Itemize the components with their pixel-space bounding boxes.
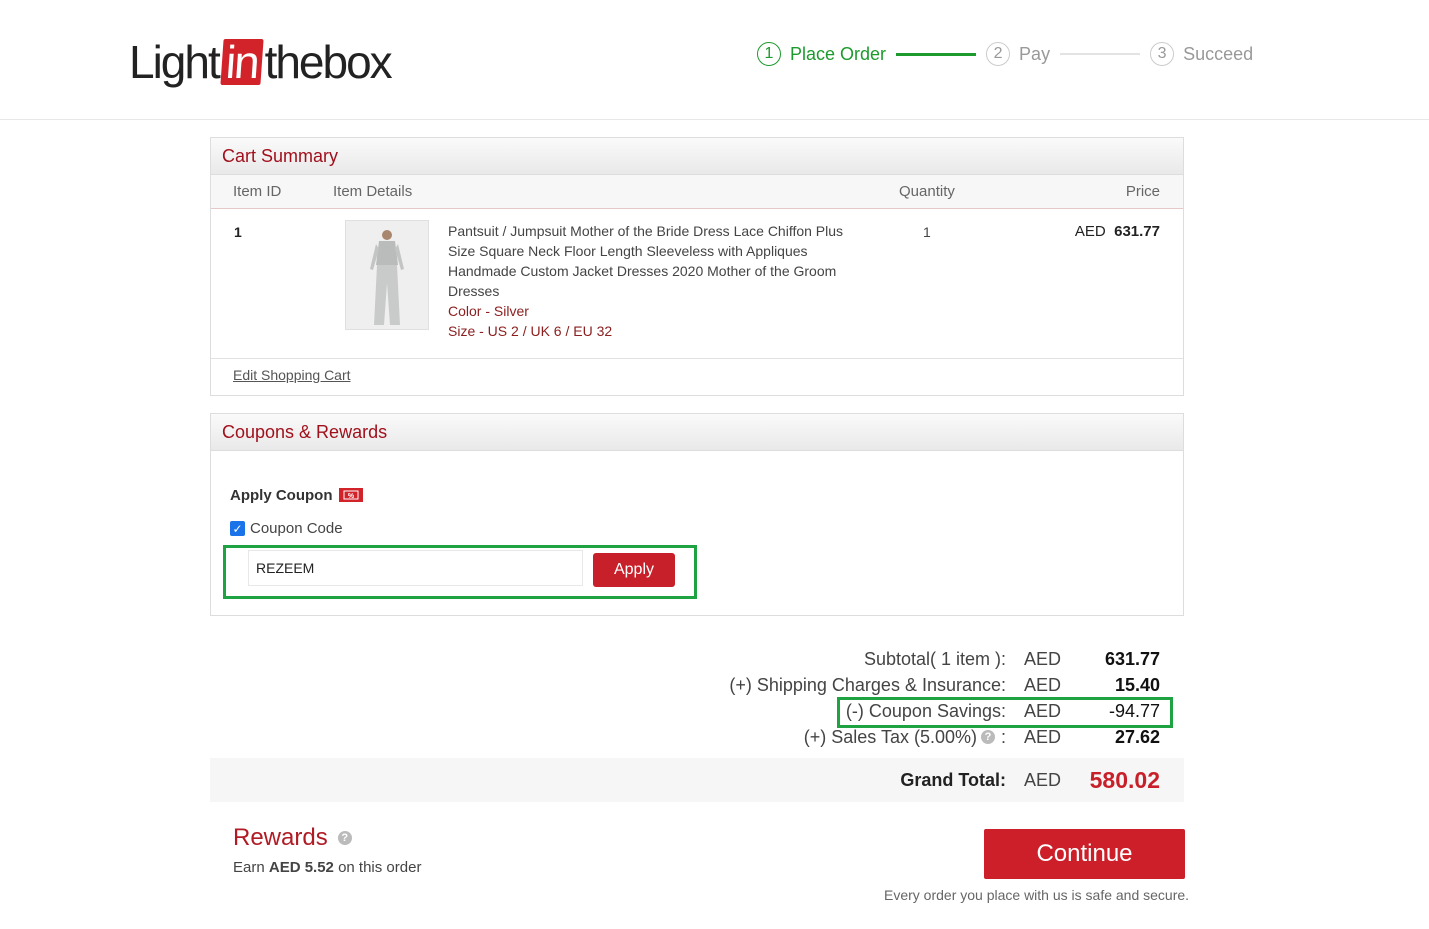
checkout-steps: 1 Place Order 2 Pay 3 Succeed (757, 42, 1253, 66)
rewards-help-icon[interactable]: ? (337, 831, 352, 845)
shipping-label: (+) Shipping Charges & Insurance: (729, 674, 1006, 695)
price-currency: AED (1074, 223, 1106, 240)
svg-text:%: % (348, 493, 355, 500)
secure-note: Every order you place with us is safe an… (884, 887, 1190, 903)
item-description[interactable]: Pantsuit / Jumpsuit Mother of the Bride … (448, 221, 848, 301)
item-details: Pantsuit / Jumpsuit Mother of the Bride … (448, 221, 848, 341)
item-size: Size - US 2 / UK 6 / EU 32 (448, 323, 613, 339)
dress-image-icon (346, 221, 428, 329)
cart-summary-title: Cart Summary (211, 138, 1183, 175)
col-item-id: Item ID (233, 183, 282, 200)
step-succeed: 3 Succeed (1150, 42, 1253, 66)
coupon-savings-label: (-) Coupon Savings: (845, 700, 1006, 721)
item-price: AED 631.77 (1075, 223, 1160, 240)
subtotal-currency: AED (1024, 648, 1062, 669)
continue-button[interactable]: Continue (984, 829, 1185, 879)
earn-amount: AED 5.52 (268, 859, 334, 876)
product-thumbnail[interactable] (345, 220, 429, 330)
apply-coupon-label: Apply Coupon (230, 486, 333, 504)
price-value: 631.77 (1114, 223, 1160, 240)
logo-text-thebox: thebox (264, 36, 393, 88)
rewards-heading: Rewards ? (233, 824, 352, 852)
shipping-currency: AED (1024, 674, 1062, 695)
apply-coupon-button[interactable]: Apply (593, 553, 675, 587)
coupon-savings-row: (-) Coupon Savings: AED -94.77 (846, 698, 1160, 724)
subtotal-row: Subtotal( 1 item ): AED 631.77 (864, 646, 1160, 672)
grand-total-label: Grand Total: (900, 769, 1006, 790)
step-connector (896, 52, 977, 56)
earn-suffix: on this order (333, 859, 422, 876)
coupon-savings-currency: AED (1024, 700, 1062, 721)
coupon-ticket-icon: % (339, 488, 364, 502)
logo-text-in: in (220, 36, 264, 88)
grand-total-currency: AED (1024, 769, 1062, 790)
coupon-savings-value: -94.77 (1108, 700, 1160, 721)
step-number: 2 (986, 42, 1011, 66)
item-id: 1 (234, 224, 242, 240)
step-number: 3 (1150, 42, 1175, 66)
grand-total-value: 580.02 (1089, 766, 1160, 793)
logo-text-light: Light (129, 36, 221, 88)
sales-tax-label: (+) Sales Tax (5.00%) (803, 726, 977, 747)
cart-item-row: 1 Pantsuit / Jumpsuit Mother of the Brid… (211, 209, 1183, 359)
col-price: Price (1125, 183, 1160, 200)
shipping-value: 15.40 (1114, 674, 1160, 695)
coupon-code-input[interactable]: REZEEM (248, 550, 583, 586)
coupon-code-checkbox[interactable]: ✓ (230, 521, 245, 536)
rewards-title: Rewards (233, 824, 328, 851)
coupon-code-label: Coupon Code (250, 520, 343, 537)
cart-column-headers: Item ID Item Details Quantity Price (211, 175, 1183, 209)
coupons-rewards-panel: Coupons & Rewards Apply Coupon % ✓ Coupo… (210, 413, 1184, 616)
tax-help-icon[interactable]: ? (980, 730, 995, 744)
step-pay: 2 Pay (986, 42, 1050, 66)
grand-total-row: Grand Total: AED 580.02 (900, 766, 1160, 794)
edit-shopping-cart-link[interactable]: Edit Shopping Cart (233, 367, 351, 383)
rewards-earn-text: Earn AED 5.52 on this order (233, 859, 421, 876)
cart-summary-panel: Cart Summary Item ID Item Details Quanti… (210, 137, 1184, 396)
brand-logo[interactable]: Light in thebox (129, 34, 393, 90)
step-label: Pay (1019, 43, 1051, 64)
col-item-details: Item Details (333, 183, 413, 200)
coupons-title: Coupons & Rewards (211, 414, 1183, 451)
item-color: Color - Silver (448, 303, 529, 319)
subtotal-value: 631.77 (1104, 648, 1160, 669)
step-place-order: 1 Place Order (757, 42, 886, 66)
step-number: 1 (757, 42, 781, 66)
step-connector (1060, 53, 1141, 55)
sales-tax-currency: AED (1024, 726, 1062, 747)
subtotal-label: Subtotal( 1 item ): (863, 648, 1006, 669)
apply-coupon-heading: Apply Coupon % (230, 486, 364, 504)
coupon-code-option[interactable]: ✓ Coupon Code (230, 520, 343, 537)
step-label: Place Order (790, 43, 887, 64)
sales-tax-colon: : (1000, 726, 1006, 747)
col-quantity: Quantity (899, 183, 955, 200)
site-header: Light in thebox 1 Place Order 2 Pay 3 Succ… (0, 0, 1429, 120)
item-quantity: 1 (923, 224, 931, 240)
sales-tax-row: (+) Sales Tax (5.00%) ? : AED 27.62 (804, 724, 1160, 750)
step-label: Succeed (1183, 43, 1254, 64)
sales-tax-value: 27.62 (1114, 726, 1160, 747)
shipping-row: (+) Shipping Charges & Insurance: AED 15… (729, 672, 1160, 698)
earn-prefix: Earn (233, 859, 269, 876)
